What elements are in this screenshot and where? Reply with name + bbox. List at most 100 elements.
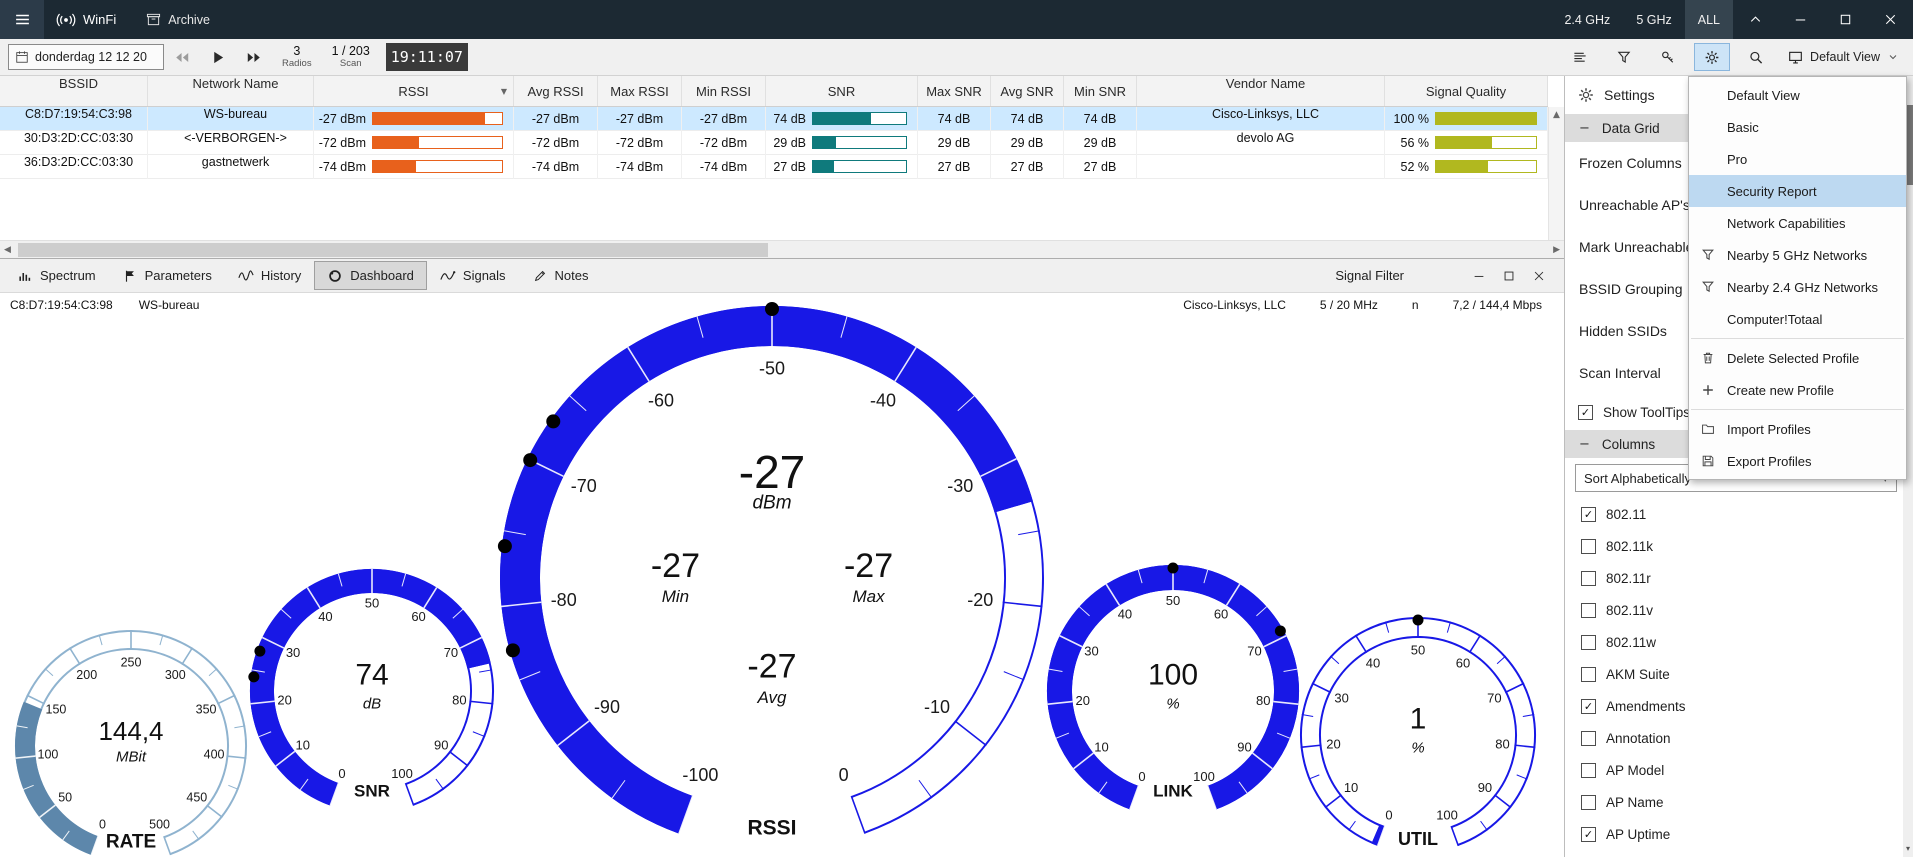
maximize-icon [1502,269,1516,283]
column-option-label: AKM Suite [1606,667,1670,682]
fast-forward-button[interactable] [236,43,272,71]
cell-avg_snr: 27 dB [991,155,1064,179]
column-header-max_snr[interactable]: Max SNR [918,76,991,106]
checkbox[interactable]: ✓ [1581,699,1596,714]
network-grid: BSSIDNetwork NameRSSI▼Avg RSSIMax RSSIMi… [0,76,1564,258]
column-header-min_rssi[interactable]: Min RSSI [682,76,766,106]
date-picker[interactable]: donderdag 12 12 20 [8,44,164,70]
menu-item-computer-totaal[interactable]: Computer!Totaal [1689,303,1906,335]
table-row[interactable]: 36:D3:2D:CC:03:30gastnetwerk-74 dBm-74 d… [0,155,1548,179]
column-option-802-11v[interactable]: 802.11v [1565,594,1913,626]
menu-item-nearby-2-4-ghz-networks[interactable]: Nearby 2.4 GHz Networks [1689,271,1906,303]
cell-network: WS-bureau [148,107,314,131]
column-header-network[interactable]: Network Name [148,76,314,106]
panel-close-button[interactable] [1524,263,1554,289]
checkbox[interactable]: ✓ [1581,507,1596,522]
column-option-annotation[interactable]: Annotation [1565,722,1913,754]
checkbox[interactable] [1581,571,1596,586]
columns-checkbox-list: ✓802.11802.11k802.11r802.11v802.11w AKM S… [1565,498,1913,850]
cell-bssid: 36:D3:2D:CC:03:30 [0,155,148,179]
settings-button[interactable] [1694,43,1730,71]
column-option-amendments[interactable]: ✓Amendments [1565,690,1913,722]
checkbox[interactable] [1581,603,1596,618]
column-option-ap-model[interactable]: AP Model [1565,754,1913,786]
column-option-ap-name[interactable]: AP Name [1565,786,1913,818]
table-row[interactable]: 30:D3:2D:CC:03:30<-VERBORGEN->-72 dBm-72… [0,131,1548,155]
menu-item-default-view[interactable]: Default View [1689,79,1906,111]
column-option-802-11k[interactable]: 802.11k [1565,530,1913,562]
band-all-button[interactable]: ALL [1685,0,1733,39]
tab-history[interactable]: History [225,259,314,292]
security-button[interactable] [1650,43,1686,71]
menu-item-nearby-5-ghz-networks[interactable]: Nearby 5 GHz Networks [1689,239,1906,271]
maximize-button[interactable] [1823,0,1868,39]
checkbox[interactable]: ✓ [1581,827,1596,842]
panel-minimize-button[interactable] [1464,263,1494,289]
scroll-left-arrow[interactable]: ◀ [4,243,11,257]
detail-panel: SpectrumParametersHistoryDashboard Signal… [0,258,1564,857]
tab-dashboard[interactable]: Dashboard [314,261,427,290]
tab-spectrum[interactable]: Spectrum [4,259,109,292]
checkbox[interactable] [1581,763,1596,778]
checkbox[interactable] [1581,667,1596,682]
menu-item-label: Basic [1727,120,1759,135]
grid-horizontal-scrollbar[interactable]: ◀ ▶ [0,240,1564,258]
cell-min_snr: 27 dB [1064,155,1137,179]
table-row[interactable]: C8:D7:19:54:C3:98WS-bureau-27 dBm-27 dBm… [0,107,1548,131]
search-button[interactable] [1738,43,1774,71]
menu-item-basic[interactable]: Basic [1689,111,1906,143]
column-option-802-11r[interactable]: 802.11r [1565,562,1913,594]
cell-network: gastnetwerk [148,155,314,179]
scrollbar-thumb[interactable] [18,243,768,257]
checkbox[interactable] [1581,539,1596,554]
scroll-right-arrow[interactable]: ▶ [1553,243,1560,257]
menu-item-network-capabilities[interactable]: Network Capabilities [1689,207,1906,239]
column-option-label: AP Model [1606,763,1664,778]
menu-item-import-profiles[interactable]: Import Profiles [1689,413,1906,445]
close-button[interactable] [1868,0,1913,39]
show-tooltips-checkbox[interactable]: ✓ [1578,405,1593,420]
minimize-button[interactable] [1778,0,1823,39]
filter-button[interactable] [1606,43,1642,71]
play-button[interactable] [200,43,236,71]
view-selector-button[interactable]: Default View [1782,43,1905,71]
checkbox[interactable] [1581,795,1596,810]
scroll-down-arrow[interactable]: ▾ [1903,844,1913,853]
column-header-vendor[interactable]: Vendor Name [1137,76,1385,106]
column-option-ap-uptime[interactable]: ✓AP Uptime [1565,818,1913,850]
column-option-802-11[interactable]: ✓802.11 [1565,498,1913,530]
band-2-4ghz-button[interactable]: 2.4 GHz [1551,0,1623,39]
menu-item-export-profiles[interactable]: Export Profiles [1689,445,1906,477]
tab-parameters[interactable]: Parameters [109,259,225,292]
rewind-button[interactable] [164,43,200,71]
column-header-snr[interactable]: SNR [766,76,918,106]
scroll-up-arrow[interactable]: ▲ [1549,110,1564,120]
column-option-akm-suite[interactable]: AKM Suite [1565,658,1913,690]
signal-filter-label[interactable]: Signal Filter [1335,268,1404,283]
column-header-quality[interactable]: Signal Quality [1385,76,1548,106]
column-header-bssid[interactable]: BSSID [0,76,148,106]
collapse-ribbon-button[interactable] [1733,0,1778,39]
menu-icon-slot [1697,151,1719,167]
column-option-802-11w[interactable]: 802.11w [1565,626,1913,658]
column-header-rssi[interactable]: RSSI▼ [314,76,514,106]
hamburger-menu-button[interactable] [0,0,44,39]
band-5ghz-button[interactable]: 5 GHz [1623,0,1684,39]
menu-item-pro[interactable]: Pro [1689,143,1906,175]
menu-item-delete-selected-profile[interactable]: Delete Selected Profile [1689,342,1906,374]
menu-item-create-new-profile[interactable]: Create new Profile [1689,374,1906,406]
panel-maximize-button[interactable] [1494,263,1524,289]
column-header-min_snr[interactable]: Min SNR [1064,76,1137,106]
legend-button[interactable] [1562,43,1598,71]
checkbox[interactable] [1581,731,1596,746]
column-header-max_rssi[interactable]: Max RSSI [598,76,682,106]
grid-vertical-scrollbar[interactable]: ▲ [1548,107,1564,240]
menu-item-security-report[interactable]: Security Report [1689,175,1906,207]
rssi-filter-dropdown-icon[interactable]: ▼ [501,87,507,96]
svg-text:-10: -10 [924,697,950,717]
column-header-avg_rssi[interactable]: Avg RSSI [514,76,598,106]
date-value: donderdag 12 12 20 [35,50,147,64]
column-header-avg_snr[interactable]: Avg SNR [991,76,1064,106]
archive-tab[interactable]: Archive [146,12,210,27]
checkbox[interactable] [1581,635,1596,650]
